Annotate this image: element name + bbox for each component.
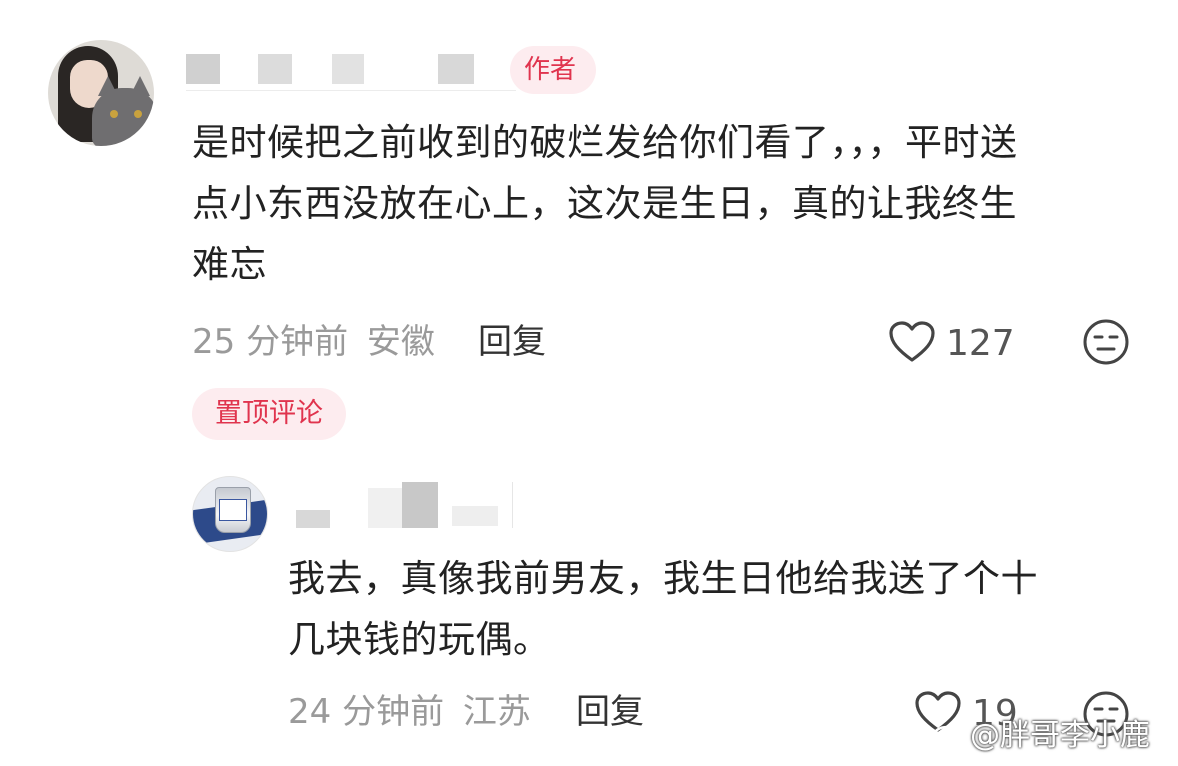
author-badge: 作者 [510, 46, 596, 94]
comment-text: 是时候把之前收到的破烂发给你们看了，，，平时送 点小东西没放在心上，这次是生日，… [192, 121, 1018, 286]
comment-text: 我去，真像我前男友，我生日他给我送了个十 几块钱的玩偶。 [288, 557, 1038, 661]
reply-button[interactable]: 回复 [576, 692, 644, 732]
username-redacted[interactable] [186, 48, 516, 92]
comment-location: 江苏 [462, 692, 531, 732]
comment-meta: 25 分钟前 安徽 [192, 322, 435, 362]
dislike-button[interactable] [1082, 318, 1130, 366]
comment-item: 作者 是时候把之前收到的破烂发给你们看了，，，平时送 点小东西没放在心上，这次是… [0, 0, 1178, 380]
comment-time: 24 分钟前 [288, 692, 445, 732]
comment-meta: 24 分钟前 江苏 [288, 692, 531, 732]
watermark: @胖哥李小鹿 [930, 716, 1150, 756]
weibo-logo-icon [931, 723, 968, 749]
comment-location: 安徽 [366, 322, 435, 362]
commenter-avatar[interactable] [48, 40, 154, 146]
username-redacted[interactable] [292, 480, 516, 528]
commenter-avatar[interactable] [192, 476, 268, 552]
watermark-text: @胖哥李小鹿 [970, 718, 1150, 753]
like-button[interactable]: 127 [888, 320, 1028, 366]
pinned-comment-badge: 置顶评论 [192, 388, 346, 440]
neutral-face-icon [1083, 319, 1129, 365]
comment-time: 25 分钟前 [192, 322, 349, 362]
heart-outline-icon [889, 321, 935, 362]
like-count: 127 [946, 323, 1015, 364]
reply-button[interactable]: 回复 [478, 322, 546, 362]
